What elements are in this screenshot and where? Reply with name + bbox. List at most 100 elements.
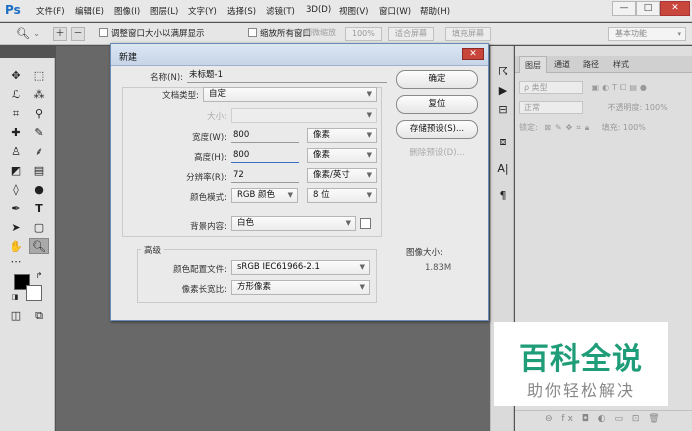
height-unit-select[interactable]: 像素 ▼: [307, 148, 377, 163]
color-profile-select[interactable]: sRGB IEC61966-2.1 ▼: [231, 260, 370, 275]
magic-wand-tool-icon[interactable]: ⁂: [29, 87, 49, 103]
minimize-button[interactable]: —: [612, 1, 636, 16]
opacity-value[interactable]: 100%: [645, 103, 668, 112]
path-selection-tool-icon[interactable]: ➤: [6, 220, 26, 236]
fill-screen-button[interactable]: 填充屏幕: [445, 27, 491, 41]
blur-tool-icon[interactable]: ◊: [6, 182, 26, 198]
close-window-button[interactable]: ✕: [660, 1, 690, 16]
zoom-tool-active-icon[interactable]: 🔍︎: [29, 238, 49, 254]
menu-window[interactable]: 窗口(W): [379, 5, 411, 17]
tab-channels[interactable]: 通道: [554, 59, 570, 70]
menu-view[interactable]: 视图(V): [339, 5, 368, 17]
tab-paths[interactable]: 路径: [583, 59, 599, 70]
width-input[interactable]: 800: [231, 129, 299, 143]
properties-panel-icon[interactable]: ⊟: [495, 102, 511, 118]
zoom-out-icon[interactable]: －: [71, 27, 85, 41]
default-colors-icon[interactable]: ◨: [10, 289, 20, 305]
workspace-select[interactable]: 基本功能 ▾: [608, 27, 686, 41]
lock-icons[interactable]: ⊠✎✥⌗🔒︎: [544, 123, 593, 132]
menu-file[interactable]: 文件(F): [36, 5, 65, 17]
watermark-subtitle: 助你轻松解决: [526, 381, 635, 400]
color-mode-value: RGB 颜色: [237, 190, 276, 200]
tool-preset-chevron-icon[interactable]: ⌄: [33, 27, 40, 41]
clone-stamp-tool-icon[interactable]: ♙: [6, 144, 26, 160]
height-label: 高度(H):: [194, 153, 227, 163]
lasso-tool-icon[interactable]: ℒ: [6, 87, 26, 103]
size-select[interactable]: ▼: [231, 108, 377, 123]
layer-kind-filter[interactable]: ρ 类型: [519, 81, 583, 94]
blend-mode-select[interactable]: 正常: [519, 101, 583, 114]
bit-depth-select[interactable]: 8 位 ▼: [307, 188, 377, 203]
eyedropper-tool-icon[interactable]: ⚲: [29, 106, 49, 122]
restore-button[interactable]: □: [636, 1, 660, 16]
resolution-unit-select[interactable]: 像素/英寸 ▼: [307, 168, 377, 183]
resize-windows-option[interactable]: 调整窗口大小以满屏显示: [99, 27, 205, 41]
name-label: 名称(N):: [150, 73, 183, 83]
color-profile-value: sRGB IEC61966-2.1: [237, 262, 320, 272]
menu-type[interactable]: 文字(Y): [188, 5, 217, 17]
tab-styles[interactable]: 样式: [613, 59, 629, 70]
tab-layers[interactable]: 图层: [519, 56, 547, 73]
fit-screen-button[interactable]: 适合屏幕: [388, 27, 434, 41]
dialog-close-button[interactable]: ✕: [462, 48, 484, 60]
reset-button[interactable]: 复位: [396, 95, 478, 114]
menu-select[interactable]: 选择(S): [227, 5, 256, 17]
background-contents-select[interactable]: 白色 ▼: [231, 216, 356, 231]
more-tools-icon[interactable]: ⋯: [6, 254, 26, 270]
menu-3d[interactable]: 3D(D): [306, 5, 331, 15]
resize-windows-label: 调整窗口大小以满屏显示: [111, 29, 205, 39]
menu-layer[interactable]: 图层(L): [150, 5, 178, 17]
crop-tool-icon[interactable]: ⌗: [6, 106, 26, 122]
fill-value[interactable]: 100%: [623, 123, 646, 132]
zoom-all-checkbox[interactable]: [248, 28, 257, 37]
color-mode-select[interactable]: RGB 颜色 ▼: [231, 188, 298, 203]
screen-mode-icon[interactable]: ⧉: [29, 308, 49, 324]
save-preset-button[interactable]: 存储预设(S)...: [396, 120, 478, 139]
history-panel-icon[interactable]: ☈: [495, 64, 511, 80]
pixel-aspect-select[interactable]: 方形像素 ▼: [231, 280, 370, 295]
zoom-100-button[interactable]: 100%: [345, 27, 382, 41]
marquee-tool-icon[interactable]: ⬚: [29, 68, 49, 84]
ok-button[interactable]: 确定: [396, 70, 478, 89]
zoom-tool-icon[interactable]: 🔍︎: [16, 27, 30, 41]
type-tool-icon[interactable]: T: [29, 201, 49, 217]
zoom-in-icon[interactable]: ＋: [53, 27, 67, 41]
adjustments-panel-icon[interactable]: ⧈: [495, 134, 511, 150]
swap-colors-icon[interactable]: ↱: [34, 268, 44, 284]
height-input[interactable]: 800: [231, 149, 299, 163]
quick-mask-icon[interactable]: ◫: [6, 308, 26, 324]
menu-filter[interactable]: 滤镜(T): [266, 5, 295, 17]
pen-tool-icon[interactable]: ✒: [6, 201, 26, 217]
gradient-tool-icon[interactable]: ▤: [29, 163, 49, 179]
scrubby-zoom-option[interactable]: 细微缩放: [298, 27, 342, 41]
layers-footer-icons[interactable]: ⊖ fx ◘ ◐ ▭ ⊡ 🗑: [545, 414, 663, 424]
background-contents-value: 白色: [237, 218, 255, 228]
eraser-tool-icon[interactable]: ◩: [6, 163, 26, 179]
advanced-label[interactable]: 高级: [141, 244, 165, 256]
rectangle-tool-icon[interactable]: ▢: [29, 220, 49, 236]
preset-select[interactable]: 自定 ▼: [203, 87, 377, 102]
brush-tool-icon[interactable]: ✎: [29, 125, 49, 141]
dialog-titlebar[interactable]: 新建 ✕: [111, 44, 488, 66]
history-brush-tool-icon[interactable]: ⸙: [29, 144, 49, 160]
resize-windows-checkbox[interactable]: [99, 28, 108, 37]
background-color-swatch[interactable]: [26, 285, 42, 301]
move-tool-icon[interactable]: ✥: [6, 68, 26, 84]
layers-footer: ⊖ fx ◘ ◐ ▭ ⊡ 🗑: [515, 410, 692, 428]
name-input[interactable]: 未标题-1: [187, 69, 387, 83]
actions-panel-icon[interactable]: ▶: [495, 83, 511, 99]
width-unit-select[interactable]: 像素 ▼: [307, 128, 377, 143]
dodge-tool-icon[interactable]: ●: [29, 182, 49, 198]
character-panel-icon[interactable]: A|: [495, 161, 511, 177]
resolution-input[interactable]: 72: [231, 169, 299, 183]
width-unit-value: 像素: [313, 130, 331, 140]
menu-edit[interactable]: 编辑(E): [75, 5, 104, 17]
background-color-preview[interactable]: [360, 218, 371, 229]
paragraph-panel-icon[interactable]: ¶: [495, 188, 511, 204]
delete-preset-button[interactable]: 删除预设(D)...: [396, 145, 478, 164]
hand-tool-icon[interactable]: ✋: [6, 239, 26, 255]
layer-filter-icons[interactable]: ▣◐T⧠▤●: [592, 83, 650, 92]
healing-brush-tool-icon[interactable]: ✚: [6, 125, 26, 141]
menu-help[interactable]: 帮助(H): [420, 5, 450, 17]
menu-image[interactable]: 图像(I): [114, 5, 140, 17]
